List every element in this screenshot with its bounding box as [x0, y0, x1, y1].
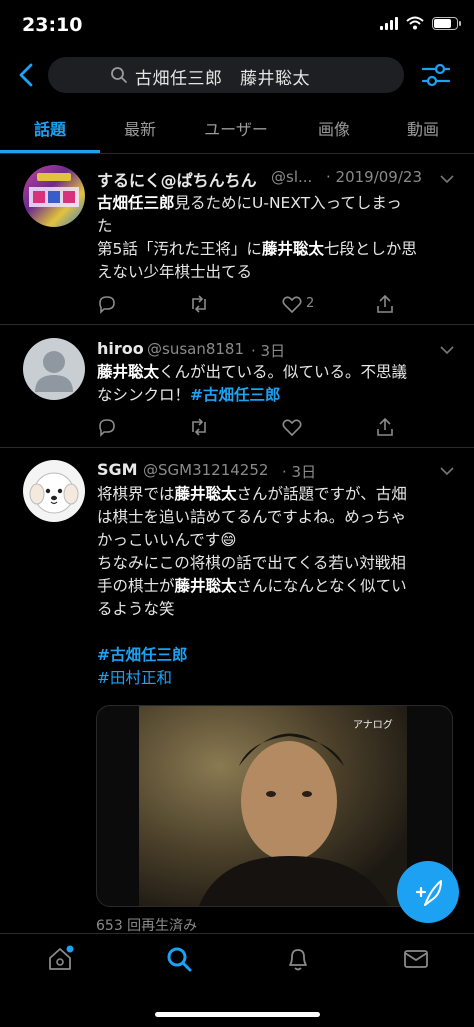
- highlight: 藤井聡太: [97, 363, 160, 381]
- bell-icon[interactable]: [284, 945, 312, 973]
- tab-latest[interactable]: 最新: [95, 116, 185, 140]
- view-count: 653 回再生済み: [96, 918, 198, 934]
- share-icon[interactable]: [374, 416, 396, 438]
- highlight: 古畑任三郎: [97, 194, 175, 212]
- like-count: 2: [306, 296, 315, 311]
- default-avatar-icon: [35, 351, 73, 392]
- video-watermark: アナログ: [353, 720, 393, 731]
- avatar[interactable]: [23, 338, 85, 400]
- video-frame-image: [199, 733, 389, 906]
- divider: [0, 447, 474, 448]
- dog-avatar-image: [29, 472, 79, 514]
- reply-icon[interactable]: [96, 416, 118, 438]
- status-icons: [380, 16, 461, 30]
- tweet-text: 将棋界では藤井聡太さんが話題ですが、古畑 は棋士を追い詰めてるんですよね。めっち…: [97, 483, 457, 690]
- avatar-image: [29, 173, 79, 207]
- chevron-down-icon[interactable]: [440, 466, 454, 476]
- highlight: 藤井聡太: [261, 240, 324, 258]
- share-icon[interactable]: [374, 293, 396, 315]
- retweet-icon[interactable]: [188, 416, 210, 438]
- search-icon[interactable]: [165, 945, 193, 973]
- highlight: 藤井聡太: [174, 577, 237, 595]
- avatar[interactable]: [23, 165, 85, 227]
- tweet-date: · 3日: [282, 463, 317, 481]
- tweet-handle[interactable]: @sl...: [271, 168, 312, 186]
- tweet-handle[interactable]: @susan8181: [147, 340, 244, 358]
- hashtag-link[interactable]: #古畑任三郎: [190, 386, 281, 404]
- back-button[interactable]: [14, 62, 40, 88]
- tweet-handle[interactable]: @SGM31214252: [143, 461, 268, 479]
- tweet-author-name[interactable]: SGM: [97, 460, 138, 479]
- wifi-icon: [406, 16, 424, 30]
- tweet-author-name[interactable]: するにく@ぱちんちん: [97, 167, 257, 191]
- hashtag-link[interactable]: #古畑任三郎: [97, 644, 457, 667]
- search-query-text: 古畑任三郎 藤井聡太: [135, 69, 310, 89]
- battery-icon: [432, 16, 461, 30]
- divider: [0, 324, 474, 325]
- retweet-icon[interactable]: [188, 293, 210, 315]
- tab-images[interactable]: 画像: [289, 116, 379, 140]
- chevron-down-icon[interactable]: [440, 345, 454, 355]
- highlight: 藤井聡太: [174, 485, 237, 503]
- tweet-text: 古畑任三郎見るためにU-NEXT入ってしまっ た 第5話「汚れた王将」に藤井聡太…: [97, 194, 417, 281]
- divider: [0, 153, 474, 154]
- avatar[interactable]: [23, 460, 85, 522]
- tweet-author-name[interactable]: hiroo: [97, 339, 144, 358]
- compose-tweet-button[interactable]: [397, 861, 459, 923]
- status-time: 23:10: [22, 14, 83, 36]
- compose-feather-icon: [415, 880, 442, 906]
- tab-trending[interactable]: 話題: [5, 116, 95, 140]
- search-icon: [111, 67, 127, 83]
- tweet-text: 藤井聡太くんが出ている。似ている。不思議 なシンクロ！#古畑任三郎: [97, 363, 408, 404]
- video-thumbnail: [139, 706, 407, 906]
- chevron-down-icon[interactable]: [440, 174, 454, 184]
- mail-icon[interactable]: [402, 945, 430, 973]
- home-icon[interactable]: [46, 945, 74, 973]
- reply-icon[interactable]: [96, 293, 118, 315]
- filter-sliders-icon[interactable]: [420, 60, 452, 90]
- tab-videos[interactable]: 動画: [378, 116, 468, 140]
- tweet-date: · 3日: [251, 342, 286, 360]
- heart-icon[interactable]: [281, 416, 303, 438]
- home-indicator: [155, 1012, 320, 1017]
- hashtag-link[interactable]: #田村正和: [97, 667, 457, 690]
- cellular-signal-icon: [380, 16, 398, 30]
- tab-users[interactable]: ユーザー: [191, 116, 281, 140]
- tweet-date: · 2019/09/23: [326, 168, 422, 186]
- heart-icon[interactable]: [281, 293, 303, 315]
